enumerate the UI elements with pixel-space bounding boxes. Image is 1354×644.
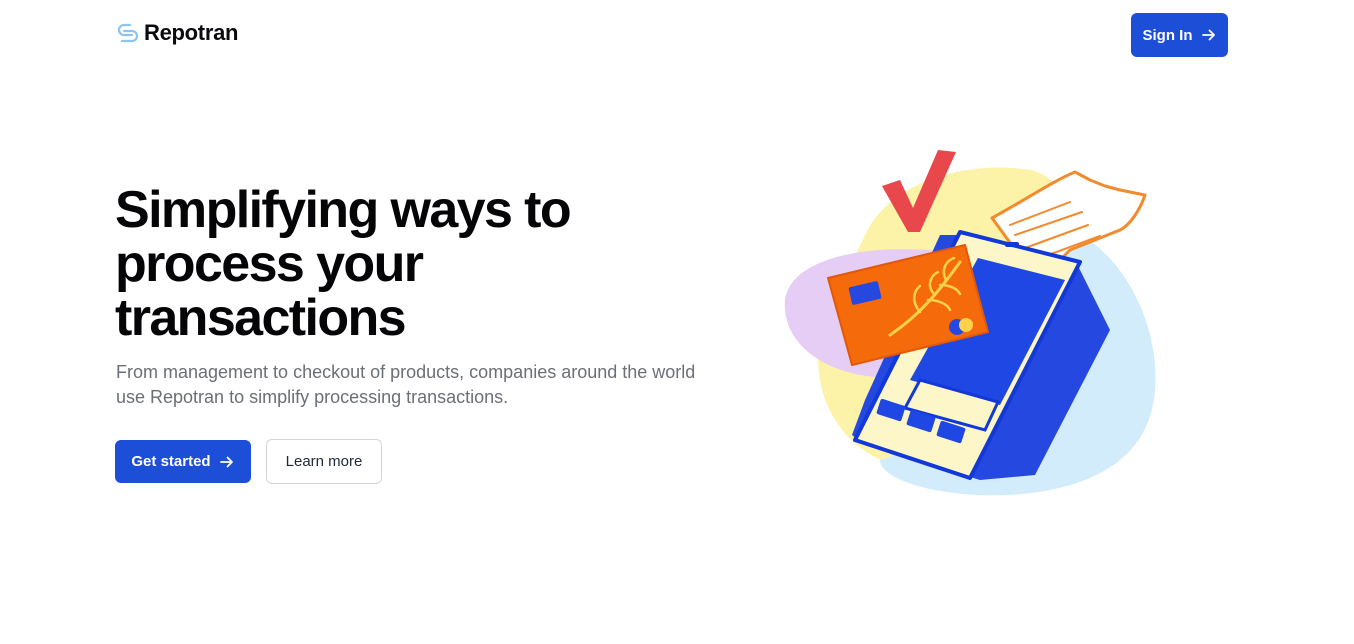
get-started-button[interactable]: Get started: [115, 440, 251, 483]
hero-subtitle: From management to checkout of products,…: [116, 362, 696, 407]
brand-name: Repotran: [144, 20, 239, 45]
arrow-right-icon: [219, 456, 233, 467]
learn-more-button[interactable]: Learn more: [266, 439, 382, 484]
get-started-label: Get started: [131, 453, 211, 470]
sign-in-label: Sign In: [1142, 26, 1193, 44]
link-swirl-icon: [117, 23, 139, 43]
sign-in-button[interactable]: Sign In: [1131, 13, 1228, 57]
hero-title: Simplifying ways to process your transac…: [115, 181, 572, 347]
arrow-right-icon: [1201, 29, 1215, 41]
brand-logo[interactable]: Repotran: [116, 20, 238, 46]
top-nav: Repotran Sign In: [0, 0, 1354, 70]
payment-terminal-illustration: [784, 150, 1156, 496]
learn-more-label: Learn more: [285, 453, 363, 470]
